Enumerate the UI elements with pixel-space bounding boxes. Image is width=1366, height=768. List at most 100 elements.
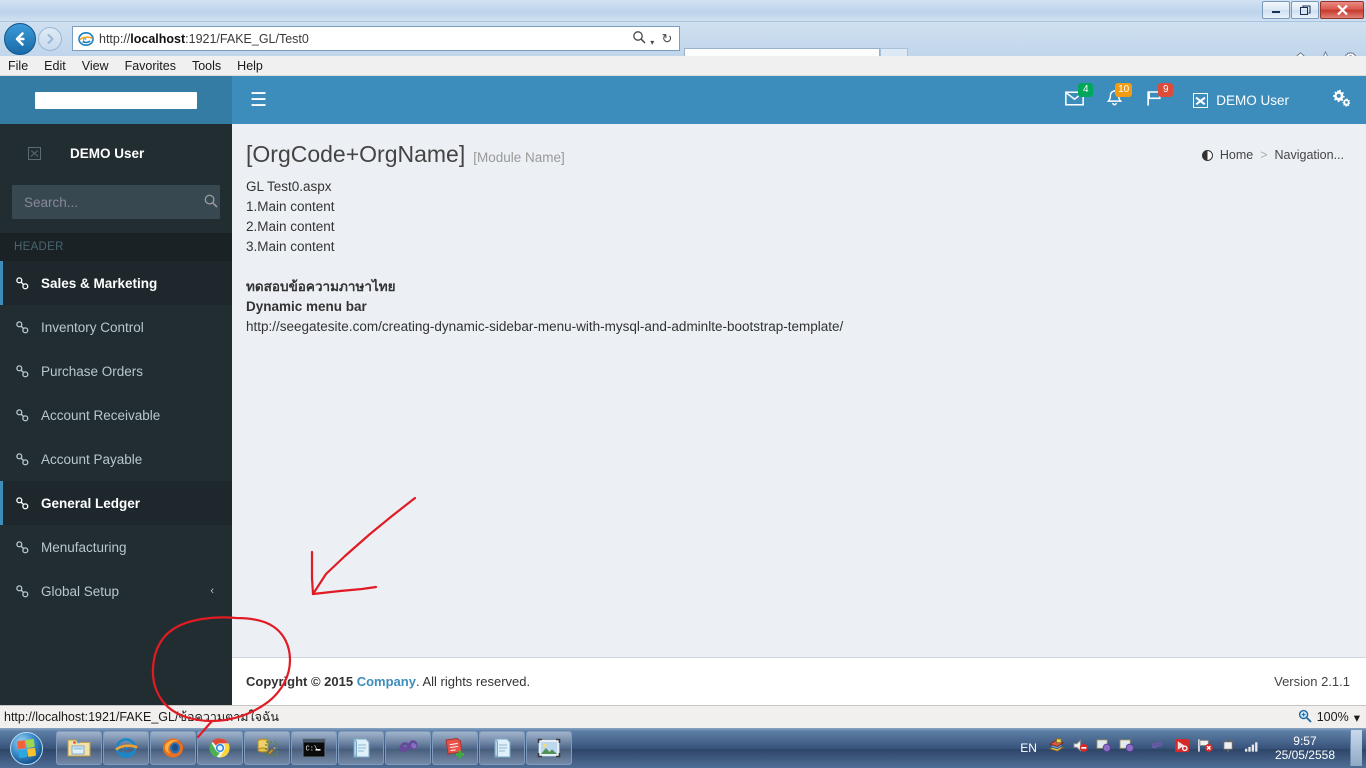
sidebar-item-label: Account Payable	[41, 451, 143, 467]
browser-status-bar: http://localhost:1921/FAKE_GL/ข้อความตาม…	[0, 705, 1366, 728]
zoom-control[interactable]: 100% ▾	[1298, 709, 1360, 726]
menu-file[interactable]: File	[8, 59, 28, 73]
content-line: 3.Main content	[246, 239, 335, 255]
windows-start-orb-icon	[9, 731, 43, 765]
taskbar-internet-explorer[interactable]: e	[103, 731, 149, 765]
sidebar-item-sales-marketing[interactable]: Sales & Marketing	[0, 261, 232, 305]
main-content: [OrgCode+OrgName] [Module Name] Home > Na…	[232, 124, 1366, 705]
page-subtitle: [Module Name]	[473, 150, 565, 165]
sidebar-search[interactable]	[12, 185, 220, 219]
user-menu[interactable]: DEMO User	[1175, 76, 1314, 124]
minimize-button[interactable]	[1262, 1, 1290, 19]
window-controls	[1262, 1, 1364, 19]
refresh-button[interactable]: ↻	[655, 31, 679, 47]
taskbar-visual-studio[interactable]	[385, 731, 431, 765]
app-settings-gears-icon[interactable]	[1314, 89, 1366, 112]
plug-icon[interactable]	[1221, 738, 1237, 758]
link-icon	[15, 276, 41, 291]
network-signal-icon[interactable]	[1244, 739, 1260, 758]
taskbar-notepad-plus-plus[interactable]	[432, 731, 478, 765]
address-bar[interactable]: e http://localhost:1921/FAKE_GL/Test0 ▾ …	[72, 26, 680, 51]
taskbar-mozilla-firefox[interactable]	[150, 731, 196, 765]
sidebar-item-account-receivable[interactable]: Account Receivable	[0, 393, 232, 437]
zoom-level: 100%	[1316, 710, 1349, 724]
notifications-menu[interactable]: 10	[1095, 76, 1134, 124]
sidebar-item-menufacturing[interactable]: Menufacturing	[0, 525, 232, 569]
system-tray: EN 9:57 25/05/2558	[1020, 730, 1366, 766]
copyright-prefix: Copyright © 2015	[246, 674, 357, 689]
display-icon[interactable]	[1096, 738, 1112, 758]
sidebar-toggle-icon[interactable]: ☰	[232, 91, 285, 110]
taskbar-notepad[interactable]	[338, 731, 384, 765]
tasks-menu[interactable]: 9	[1134, 76, 1175, 124]
menu-help[interactable]: Help	[237, 59, 263, 73]
chevron-down-icon[interactable]: ▾	[1354, 710, 1360, 725]
sidebar-item-global-setup[interactable]: Global Setup ‹	[0, 569, 232, 613]
sidebar-item-account-payable[interactable]: Account Payable	[0, 437, 232, 481]
sidebar-item-label: General Ledger	[41, 495, 141, 511]
breadcrumb: Home > Navigation...	[1201, 142, 1344, 162]
sidebar-item-general-ledger[interactable]: General Ledger	[0, 481, 232, 525]
sidebar-user-panel[interactable]: DEMO User	[0, 124, 232, 182]
menu-edit[interactable]: Edit	[44, 59, 66, 73]
avatar-broken-image-icon	[27, 146, 41, 160]
address-bar-text: http://localhost:1921/FAKE_GL/Test0	[99, 31, 309, 46]
search-icon[interactable]	[201, 194, 220, 211]
windows-taskbar: e C:\ EN 9:57 25/05/2558	[0, 728, 1366, 768]
volume-muted-icon[interactable]	[1072, 738, 1089, 758]
back-button[interactable]	[4, 23, 36, 55]
record-icon[interactable]	[1174, 738, 1190, 758]
tray-language[interactable]: EN	[1020, 741, 1037, 755]
menu-tools[interactable]: Tools	[192, 59, 221, 73]
taskbar-image-viewer[interactable]	[526, 731, 572, 765]
sidebar-item-inventory-control[interactable]: Inventory Control	[0, 305, 232, 349]
search-address-icon[interactable]: ▾	[631, 30, 655, 48]
sidebar-item-label: Sales & Marketing	[41, 275, 158, 291]
search-input[interactable]	[12, 194, 201, 210]
taskbar-command-prompt[interactable]: C:\	[291, 731, 337, 765]
vs-icon[interactable]	[1150, 739, 1167, 757]
display-icon-2[interactable]	[1119, 738, 1135, 758]
browser-menu-bar: File Edit View Favorites Tools Help	[0, 56, 1366, 76]
link-icon	[15, 452, 41, 467]
thai-heading: ทดสอบข้อความภาษาไทย	[246, 279, 396, 295]
menu-view[interactable]: View	[82, 59, 109, 73]
breadcrumb-home[interactable]: Home	[1220, 148, 1253, 162]
taskbar-file-explorer[interactable]	[56, 731, 102, 765]
sidebar-item-purchase-orders[interactable]: Purchase Orders	[0, 349, 232, 393]
ie-favicon-icon: e	[76, 30, 96, 48]
menu-favorites[interactable]: Favorites	[125, 59, 176, 73]
messages-menu[interactable]: 4	[1054, 76, 1095, 124]
flag-error-icon[interactable]	[1197, 738, 1214, 758]
screen-root: e http://localhost:1921/FAKE_GL/Test0 ▾ …	[0, 0, 1366, 768]
header-user-name: DEMO User	[1216, 92, 1289, 108]
app-footer: Copyright © 2015 Company. All rights res…	[232, 657, 1366, 705]
show-desktop-button[interactable]	[1350, 730, 1362, 766]
content-header: [OrgCode+OrgName] [Module Name] Home > Na…	[232, 124, 1366, 167]
close-button[interactable]	[1320, 1, 1364, 19]
link-icon	[15, 584, 41, 599]
breadcrumb-current: Navigation...	[1274, 148, 1344, 162]
forward-button[interactable]	[38, 27, 62, 51]
app-header: ☰ 4 10 9 DEMO User	[0, 76, 1366, 124]
dynamic-menu-heading: Dynamic menu bar	[246, 299, 367, 315]
messages-badge: 4	[1078, 83, 1094, 97]
app-logo[interactable]	[0, 76, 232, 124]
chevron-left-icon: ‹	[210, 585, 214, 597]
company-link[interactable]: Company	[357, 674, 416, 689]
sidebar-item-label: Purchase Orders	[41, 363, 144, 379]
taskbar-google-chrome[interactable]	[197, 731, 243, 765]
start-button[interactable]	[2, 730, 50, 766]
link-icon	[15, 364, 41, 379]
restore-button[interactable]	[1291, 1, 1319, 19]
taskbar-database-tools[interactable]	[244, 731, 290, 765]
tasks-badge: 9	[1158, 83, 1174, 97]
sidebar: DEMO User HEADER Sales & Marketing I	[0, 124, 232, 705]
taskbar-notepad-2[interactable]	[479, 731, 525, 765]
user-avatar-broken-image-icon	[1193, 92, 1209, 108]
clock[interactable]: 9:57 25/05/2558	[1267, 734, 1343, 762]
dictionary-icon[interactable]	[1048, 738, 1065, 758]
copyright: Copyright © 2015 Company. All rights res…	[246, 674, 530, 689]
reference-url[interactable]: http://seegatesite.com/creating-dynamic-…	[246, 317, 1352, 337]
